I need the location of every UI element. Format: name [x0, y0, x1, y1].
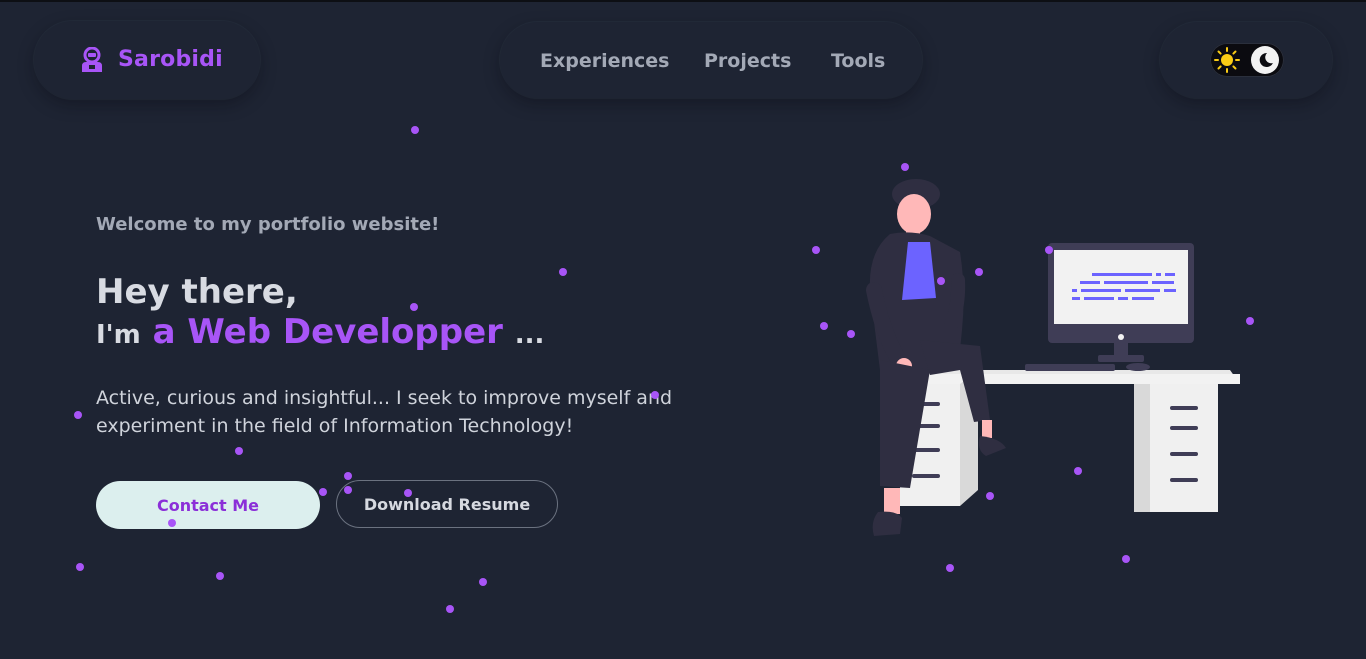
greeting-heading: Hey there,	[96, 272, 298, 312]
particle	[820, 322, 828, 330]
role-text: a Web Developper	[152, 312, 503, 352]
im-text: I'm	[96, 320, 141, 350]
particle	[216, 572, 224, 580]
theme-toggle[interactable]	[1210, 43, 1284, 77]
particle	[319, 488, 327, 496]
developer-desk-illustration	[866, 179, 1240, 536]
particle	[74, 411, 82, 419]
particle	[479, 578, 487, 586]
theme-toggle-card	[1160, 22, 1332, 98]
contact-me-button[interactable]: Contact Me	[96, 481, 320, 529]
welcome-text: Welcome to my portfolio website!	[96, 214, 440, 235]
particle	[410, 303, 418, 311]
particle	[812, 246, 820, 254]
particle	[235, 447, 243, 455]
main-nav: Experiences Projects Tools	[500, 22, 922, 98]
nav-projects[interactable]: Projects	[704, 50, 791, 72]
role-heading: I'm a Web Developper ...	[96, 312, 544, 352]
particle	[411, 126, 419, 134]
particle	[76, 563, 84, 571]
brand-card[interactable]: Sarobidi	[34, 21, 260, 99]
nav-experiences[interactable]: Experiences	[540, 50, 669, 72]
particle	[446, 605, 454, 613]
sun-icon	[1214, 47, 1240, 73]
particle	[559, 268, 567, 276]
particle	[946, 564, 954, 572]
role-ellipsis: ...	[514, 320, 545, 350]
toggle-knob[interactable]	[1251, 46, 1279, 74]
robot-icon	[82, 47, 102, 72]
nav-tools[interactable]: Tools	[831, 50, 885, 72]
moon-icon	[1259, 52, 1273, 67]
download-resume-button[interactable]: Download Resume	[336, 480, 558, 528]
particle	[344, 472, 352, 480]
brand-name[interactable]: Sarobidi	[118, 47, 223, 72]
particle	[1122, 555, 1130, 563]
hero-description: Active, curious and insightful... I seek…	[96, 387, 673, 437]
window-top-edge	[0, 0, 1366, 2]
